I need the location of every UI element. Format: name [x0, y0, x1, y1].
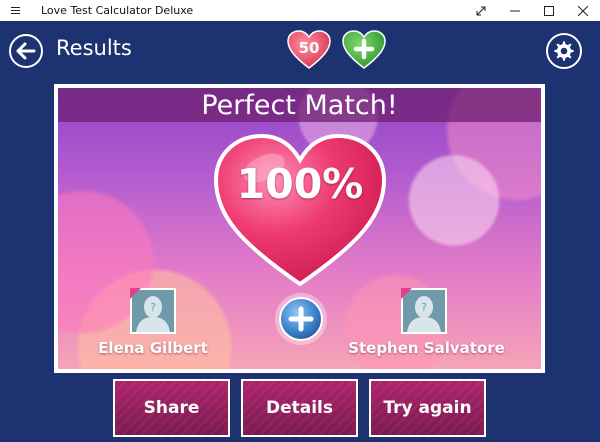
window-controls	[464, 0, 600, 21]
add-heart-icon	[342, 30, 386, 69]
action-bar: Share Details Try again	[0, 379, 600, 437]
back-button[interactable]	[9, 34, 43, 68]
heart-icon	[213, 133, 387, 287]
maximize-icon[interactable]	[532, 0, 566, 21]
person-right-name: Stephen Salvatore	[348, 339, 505, 357]
page-title: Results	[56, 36, 132, 60]
window-titlebar: Love Test Calculator Deluxe	[0, 0, 600, 21]
close-icon[interactable]	[566, 0, 600, 21]
add-hearts-button[interactable]	[342, 30, 386, 70]
svg-text:?: ?	[421, 301, 427, 314]
expand-icon[interactable]	[464, 0, 498, 21]
menu-icon[interactable]	[0, 0, 30, 21]
try-again-button[interactable]: Try again	[369, 379, 486, 437]
match-percentage: 100%	[236, 160, 364, 208]
share-button[interactable]: Share	[113, 379, 230, 437]
minimize-icon[interactable]	[498, 0, 532, 21]
coin-count: 50	[298, 39, 320, 57]
result-title: Perfect Match!	[201, 90, 398, 121]
settings-button[interactable]	[546, 33, 582, 69]
person-left-name: Elena Gilbert	[98, 339, 208, 357]
details-button[interactable]: Details	[241, 379, 358, 437]
avatar-right[interactable]: ?	[401, 288, 447, 334]
svg-text:?: ?	[150, 301, 156, 314]
back-arrow-icon	[16, 42, 36, 60]
result-card: Perfect Match! 100% ? Elena Gilbert ? St…	[54, 84, 545, 373]
app-header: Results 50	[0, 21, 600, 79]
window-title: Love Test Calculator Deluxe	[41, 4, 194, 17]
plus-circle-icon[interactable]	[274, 292, 328, 346]
gear-icon	[554, 41, 574, 61]
heart-coin-badge[interactable]: 50	[287, 30, 331, 70]
avatar-left[interactable]: ?	[130, 288, 176, 334]
